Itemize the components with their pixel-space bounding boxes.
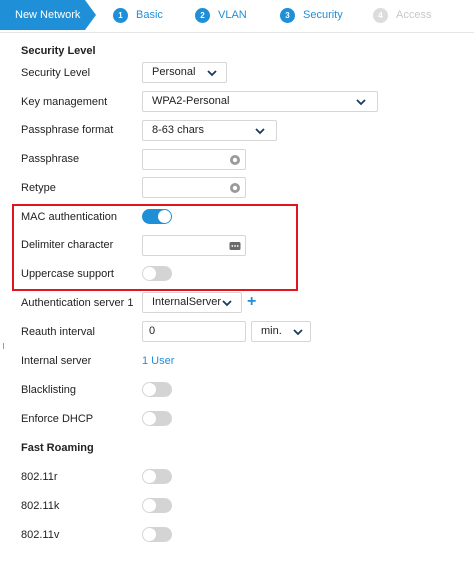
80211r-label: 802.11r: [21, 471, 58, 483]
scroll-marker: [3, 343, 4, 349]
80211k-label: 802.11k: [21, 500, 60, 512]
blacklisting-toggle[interactable]: [142, 382, 172, 397]
reauth-interval-value: 0: [149, 325, 156, 337]
step-label: Basic: [136, 9, 163, 21]
mac-authentication-toggle[interactable]: [142, 209, 172, 224]
key-management-label: Key management: [21, 96, 108, 108]
enforce-dhcp-label: Enforce DHCP: [21, 413, 94, 425]
step-number-badge: 2: [195, 7, 210, 23]
reauth-unit-select[interactable]: min.: [251, 321, 311, 342]
enforce-dhcp-toggle[interactable]: [142, 411, 172, 426]
80211k-toggle[interactable]: [142, 498, 172, 513]
reauth-unit-value: min.: [261, 325, 282, 337]
uppercase-support-label: Uppercase support: [21, 268, 114, 280]
security-level-select[interactable]: Personal: [142, 62, 227, 83]
retype-input[interactable]: [142, 177, 246, 198]
80211v-label: 802.11v: [21, 529, 60, 541]
reauth-interval-input[interactable]: 0: [142, 321, 246, 342]
chevron-down-icon: [207, 70, 217, 77]
step-label: Security: [303, 9, 343, 21]
chevron-down-icon: [293, 329, 303, 336]
key-management-value: WPA2-Personal: [152, 95, 230, 107]
step-number-badge: 1: [113, 7, 128, 23]
show-password-icon[interactable]: [229, 154, 241, 166]
authentication-server-value: InternalServer: [152, 296, 222, 308]
wizard-divider: [0, 32, 474, 33]
internal-server-label: Internal server: [21, 355, 92, 367]
section-title-fast-roaming: Fast Roaming: [21, 442, 94, 454]
step-number-badge: 4: [373, 7, 388, 23]
delimiter-character-input[interactable]: [142, 235, 246, 256]
internal-server-users-link[interactable]: 1 User: [142, 355, 174, 367]
passphrase-format-label: Passphrase format: [21, 124, 114, 136]
toggle-knob: [143, 528, 156, 541]
passphrase-format-select[interactable]: 8-63 chars: [142, 120, 277, 141]
80211r-toggle[interactable]: [142, 469, 172, 484]
security-level-label: Security Level: [21, 67, 91, 79]
toggle-knob: [143, 499, 156, 512]
step-label: Access: [396, 9, 432, 21]
chevron-down-icon: [356, 99, 366, 106]
toggle-knob: [143, 412, 156, 425]
wizard-step-new-network[interactable]: New Network: [0, 0, 96, 30]
80211v-toggle[interactable]: [142, 527, 172, 542]
authentication-server-label: Authentication server 1: [21, 297, 134, 309]
wizard-step-vlan[interactable]: 2 VLAN: [195, 7, 247, 23]
security-level-value: Personal: [152, 66, 196, 78]
wizard-bar: New Network 1 Basic 2 VLAN 3 Security 4 …: [0, 0, 474, 30]
wizard-step-access: 4 Access: [373, 7, 431, 23]
toggle-knob: [143, 383, 156, 396]
passphrase-label: Passphrase: [21, 153, 80, 165]
blacklisting-label: Blacklisting: [21, 384, 77, 396]
uppercase-support-toggle[interactable]: [142, 266, 172, 281]
step-label: VLAN: [218, 9, 247, 21]
authentication-server-select[interactable]: InternalServer: [142, 292, 242, 313]
toggle-knob: [143, 470, 156, 483]
toggle-knob: [158, 210, 171, 223]
passphrase-input[interactable]: [142, 149, 246, 170]
toggle-knob: [143, 267, 156, 280]
retype-label: Retype: [21, 182, 56, 194]
reauth-interval-label: Reauth interval: [21, 326, 95, 338]
step-number-badge: 3: [280, 7, 295, 23]
key-management-select[interactable]: WPA2-Personal: [142, 91, 378, 112]
passphrase-format-value: 8-63 chars: [152, 124, 204, 136]
chevron-down-icon: [222, 300, 232, 307]
chevron-down-icon: [255, 128, 265, 135]
more-options-icon[interactable]: [229, 240, 241, 252]
mac-authentication-label: MAC authentication: [21, 211, 117, 223]
wizard-step-basic[interactable]: 1 Basic: [113, 7, 163, 23]
show-password-icon[interactable]: [229, 182, 241, 194]
delimiter-character-label: Delimiter character: [21, 239, 114, 251]
add-server-icon[interactable]: +: [247, 294, 256, 310]
wizard-step-security[interactable]: 3 Security: [280, 7, 343, 23]
section-title-security-level: Security Level: [21, 45, 96, 57]
